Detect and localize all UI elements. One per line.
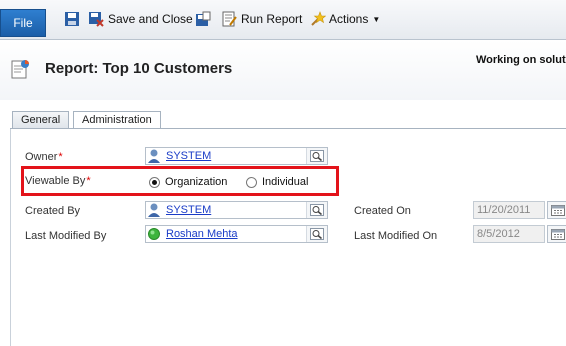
tab-administration[interactable]: Administration bbox=[73, 111, 161, 129]
page-title: Report: Top 10 Customers bbox=[45, 60, 233, 77]
solution-status-text: Working on solut bbox=[476, 54, 566, 66]
lookup-search-icon[interactable] bbox=[306, 148, 327, 164]
lookup-search-icon[interactable] bbox=[306, 226, 327, 242]
owner-label: Owner* bbox=[25, 151, 63, 163]
file-button[interactable]: File bbox=[0, 9, 46, 37]
save-and-close-label: Save and Close bbox=[108, 12, 193, 26]
save-close-icon bbox=[88, 11, 104, 27]
actions-icon bbox=[310, 11, 326, 27]
owner-value-link[interactable]: SYSTEM bbox=[166, 150, 211, 162]
actions-menu-button[interactable]: Actions ▼ bbox=[310, 10, 380, 28]
save-button[interactable] bbox=[64, 10, 80, 28]
created-on-label: Created On bbox=[354, 205, 411, 217]
modified-by-value-link[interactable]: Roshan Mehta bbox=[166, 228, 238, 240]
created-by-value-link[interactable]: SYSTEM bbox=[166, 204, 211, 216]
owner-lookup[interactable]: SYSTEM bbox=[145, 147, 328, 165]
viewable-by-label: Viewable By* bbox=[25, 175, 91, 187]
user-icon bbox=[146, 202, 162, 218]
save-new-icon bbox=[195, 11, 211, 27]
modified-on-label: Last Modified On bbox=[354, 230, 438, 242]
user-icon bbox=[146, 148, 162, 164]
save-and-close-button[interactable]: Save and Close bbox=[88, 10, 193, 28]
run-report-label: Run Report bbox=[241, 12, 303, 26]
created-by-label: Created By bbox=[25, 205, 81, 217]
modified-on-field: 8/5/2012 bbox=[473, 225, 545, 243]
radio-individual[interactable] bbox=[246, 177, 257, 188]
run-report-icon bbox=[221, 11, 237, 27]
chevron-down-icon: ▼ bbox=[372, 14, 381, 24]
save-icon bbox=[64, 11, 80, 27]
required-marker: * bbox=[58, 151, 63, 163]
save-new-button[interactable] bbox=[195, 10, 211, 28]
run-report-button[interactable]: Run Report bbox=[221, 10, 302, 28]
report-icon bbox=[10, 58, 30, 83]
lookup-search-icon[interactable] bbox=[306, 202, 327, 218]
required-marker: * bbox=[86, 175, 91, 187]
radio-individual-label[interactable]: Individual bbox=[262, 176, 308, 188]
calendar-icon[interactable] bbox=[547, 201, 566, 219]
modified-by-lookup[interactable]: Roshan Mehta bbox=[145, 225, 328, 243]
radio-organization-label[interactable]: Organization bbox=[165, 176, 227, 188]
created-by-lookup[interactable]: SYSTEM bbox=[145, 201, 328, 219]
tab-general[interactable]: General bbox=[12, 111, 70, 128]
ribbon: File Save and Close Run Report Actions ▼ bbox=[0, 0, 566, 40]
actions-label: Actions bbox=[329, 12, 369, 26]
presence-online-icon bbox=[146, 226, 162, 242]
radio-organization[interactable] bbox=[149, 177, 160, 188]
modified-by-label: Last Modified By bbox=[25, 230, 107, 242]
calendar-icon[interactable] bbox=[547, 225, 566, 243]
created-on-field: 11/20/2011 bbox=[473, 201, 545, 219]
